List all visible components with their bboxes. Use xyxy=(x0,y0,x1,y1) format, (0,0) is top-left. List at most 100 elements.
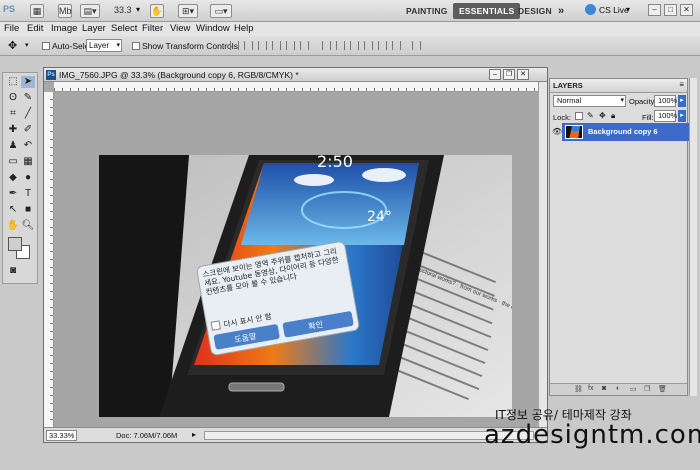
layer-style-icon[interactable]: fx xyxy=(588,385,593,392)
layer-row[interactable]: Background copy 6 xyxy=(562,123,689,141)
menu-view[interactable]: View xyxy=(170,23,190,34)
hand-tool-icon[interactable]: ✋ xyxy=(150,4,164,18)
menu-edit[interactable]: Edit xyxy=(27,23,43,34)
arrange-documents-icon[interactable]: ⊞▾ xyxy=(178,4,198,18)
workspace-painting[interactable]: PAINTING xyxy=(400,3,454,19)
view-extras-icon[interactable]: ▤▾ xyxy=(80,4,100,18)
canvas-area[interactable]: of architectural works? · from our works… xyxy=(54,92,539,428)
menu-image[interactable]: Image xyxy=(51,23,77,34)
link-layers-icon[interactable]: ⛓ xyxy=(574,385,583,393)
path-select-tool-icon[interactable]: ↖ xyxy=(6,204,20,216)
distribute-hcenter-icon[interactable] xyxy=(378,41,387,50)
distribute-bottom-icon[interactable] xyxy=(350,41,359,50)
eyedropper-tool-icon[interactable]: ╱ xyxy=(21,108,35,120)
workspace-essentials[interactable]: ESSENTIALS xyxy=(453,3,521,19)
fill-label: Fill: xyxy=(642,113,654,122)
menu-help[interactable]: Help xyxy=(234,23,254,34)
lock-pixels-icon[interactable]: ✎ xyxy=(587,111,594,120)
dodge-tool-icon[interactable]: ● xyxy=(21,172,35,184)
crop-tool-icon[interactable]: ⌗ xyxy=(6,108,20,120)
shape-tool-icon[interactable]: ■ xyxy=(21,204,35,216)
blur-tool-icon[interactable]: ◆ xyxy=(6,172,20,184)
lock-position-icon[interactable]: ✥ xyxy=(599,111,606,120)
align-bottom-icon[interactable] xyxy=(258,41,267,50)
chevron-down-icon[interactable]: ▾ xyxy=(626,5,630,14)
brush-tool-icon[interactable]: ✐ xyxy=(21,124,35,136)
zoom-tool-icon[interactable]: 🔍︎ xyxy=(21,220,35,232)
menu-file[interactable]: File xyxy=(4,23,19,34)
distribute-top-icon[interactable] xyxy=(322,41,331,50)
distribute-right-icon[interactable] xyxy=(392,41,401,50)
layer-mask-icon[interactable]: ◙ xyxy=(602,385,606,392)
minimize-button[interactable]: – xyxy=(648,4,661,16)
doc-minimize-button[interactable]: – xyxy=(489,69,501,80)
panel-menu-icon[interactable]: ≡ xyxy=(679,80,684,89)
new-group-icon[interactable]: ▭ xyxy=(630,385,637,393)
blend-mode-dropdown[interactable]: Normal ▾ xyxy=(553,95,626,107)
type-tool-icon[interactable]: T xyxy=(21,188,35,200)
distribute-left-icon[interactable] xyxy=(364,41,373,50)
menu-select[interactable]: Select xyxy=(111,23,137,34)
healing-tool-icon[interactable]: ✚ xyxy=(6,124,20,136)
hand-tool-icon[interactable]: ✋ xyxy=(6,220,20,232)
lasso-tool-icon[interactable]: ʘ xyxy=(6,92,20,104)
opacity-input[interactable]: 100% xyxy=(654,95,677,107)
auto-select-checkbox[interactable] xyxy=(42,42,50,50)
close-button[interactable]: ✕ xyxy=(680,4,693,16)
phone-temperature: 24° xyxy=(367,209,392,225)
quick-mask-icon[interactable]: ◙ xyxy=(6,265,20,277)
more-workspaces-icon[interactable]: » xyxy=(552,3,570,19)
gradient-tool-icon[interactable]: ▦ xyxy=(21,156,35,168)
align-hcenter-icon[interactable] xyxy=(286,41,295,50)
menu-bar: File Edit Image Layer Select Filter View… xyxy=(0,22,700,36)
layers-tab[interactable]: LAYERS xyxy=(553,81,583,90)
distribute-vcenter-icon[interactable] xyxy=(336,41,345,50)
maximize-button[interactable]: □ xyxy=(664,4,677,16)
align-vcenter-icon[interactable] xyxy=(244,41,253,50)
align-top-icon[interactable] xyxy=(230,41,239,50)
new-layer-icon[interactable]: ❐ xyxy=(644,385,650,393)
marquee-tool-icon[interactable]: ⬚ xyxy=(6,76,20,88)
eraser-tool-icon[interactable]: ▭ xyxy=(6,156,20,168)
fill-input[interactable]: 100% xyxy=(654,110,677,122)
move-tool-icon[interactable]: ✥ xyxy=(8,39,17,52)
foreground-color-swatch[interactable] xyxy=(8,237,22,251)
move-tool-icon[interactable]: ➤ xyxy=(21,76,35,88)
cs-live-icon xyxy=(585,4,596,15)
cs-live-button[interactable]: CS Live xyxy=(599,5,629,15)
menu-window[interactable]: Window xyxy=(196,23,230,34)
align-right-icon[interactable] xyxy=(300,41,309,50)
auto-select-dropdown[interactable]: Layer ▾ xyxy=(86,39,122,52)
fill-arrow-icon[interactable]: ▸ xyxy=(678,110,686,122)
doc-restore-button[interactable]: ❐ xyxy=(503,69,515,80)
menu-layer[interactable]: Layer xyxy=(82,23,106,34)
adjustment-layer-icon[interactable]: ◐ xyxy=(616,385,620,392)
quick-select-tool-icon[interactable]: ✎ xyxy=(21,92,35,104)
doc-close-button[interactable]: ✕ xyxy=(517,69,529,80)
stamp-tool-icon[interactable]: ♟ xyxy=(6,140,20,152)
mini-bridge-icon[interactable]: Mb xyxy=(58,4,72,18)
align-left-icon[interactable] xyxy=(272,41,281,50)
opacity-arrow-icon[interactable]: ▸ xyxy=(678,95,686,107)
document-info: Doc: 7.06M/7.06M xyxy=(116,431,178,440)
show-transform-checkbox[interactable] xyxy=(132,42,140,50)
delete-layer-icon[interactable]: 🗑︎ xyxy=(658,385,667,393)
lock-all-icon[interactable]: 🔒︎ xyxy=(611,111,615,121)
chevron-down-icon[interactable]: ▾ xyxy=(136,5,140,14)
history-brush-tool-icon[interactable]: ↶ xyxy=(21,140,35,152)
auto-align-icon[interactable] xyxy=(412,41,421,50)
lock-transparent-icon[interactable] xyxy=(575,112,583,120)
workspace-design[interactable]: DESIGN xyxy=(512,3,558,19)
phone-photo: of architectural works? · from our works… xyxy=(99,155,512,417)
status-menu-arrow-icon[interactable]: ▸ xyxy=(192,430,196,439)
eye-icon[interactable]: 👁︎ xyxy=(552,127,562,136)
screen-mode-icon[interactable]: ▭▾ xyxy=(210,4,232,18)
chevron-down-icon[interactable]: ▾ xyxy=(25,41,29,49)
menu-filter[interactable]: Filter xyxy=(142,23,163,34)
panel-scrollbar[interactable] xyxy=(689,78,697,396)
pen-tool-icon[interactable]: ✒ xyxy=(6,188,20,200)
document-zoom[interactable]: 33.33% xyxy=(46,430,78,441)
zoom-level[interactable]: 33.3 xyxy=(114,5,132,15)
vertical-scrollbar[interactable] xyxy=(538,82,547,428)
bridge-icon[interactable]: ▦ xyxy=(30,4,44,18)
